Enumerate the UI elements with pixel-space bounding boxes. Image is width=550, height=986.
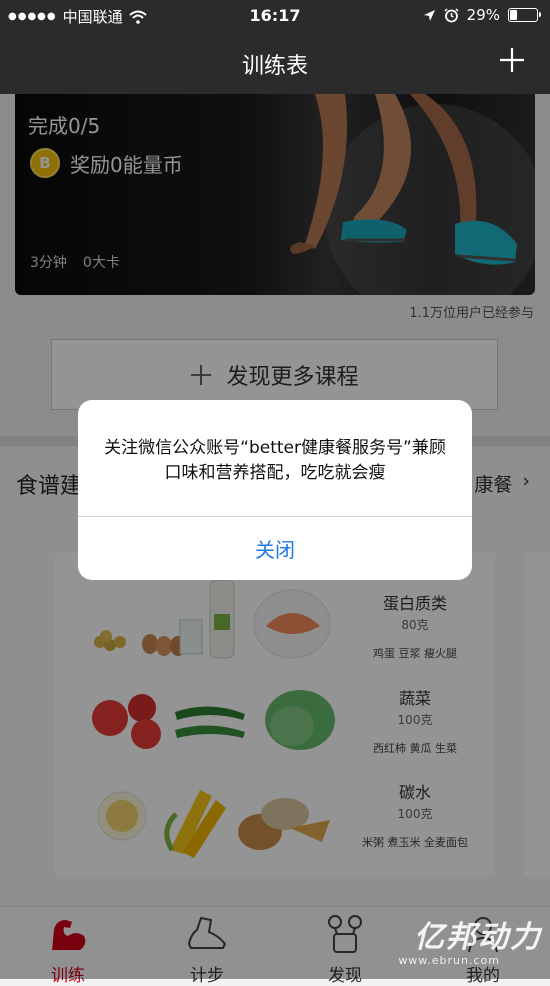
status-bar: ●●●●● 中国联通 16:17 29% [0, 0, 550, 30]
close-button[interactable]: 关闭 [78, 517, 472, 580]
nav-bar: 训练表 [0, 30, 550, 94]
status-right: 29% [423, 6, 541, 24]
dialog-message: 关注微信公众账号“better健康餐服务号”兼顾口味和营养搭配，吃吃就会瘦 [104, 438, 446, 483]
location-arrow-icon [423, 9, 435, 21]
alarm-clock-icon [444, 7, 459, 22]
battery-icon [508, 8, 541, 22]
battery-percent: 29% [466, 6, 500, 24]
watermark-url: www.ebrun.com [398, 954, 500, 967]
alert-dialog: 关注微信公众账号“better健康餐服务号”兼顾口味和营养搭配，吃吃就会瘦 关闭 [78, 400, 472, 580]
watermark-logo: 亿邦动力 [414, 920, 542, 955]
plus-icon[interactable] [498, 46, 526, 74]
page-title: 训练表 [241, 54, 308, 79]
